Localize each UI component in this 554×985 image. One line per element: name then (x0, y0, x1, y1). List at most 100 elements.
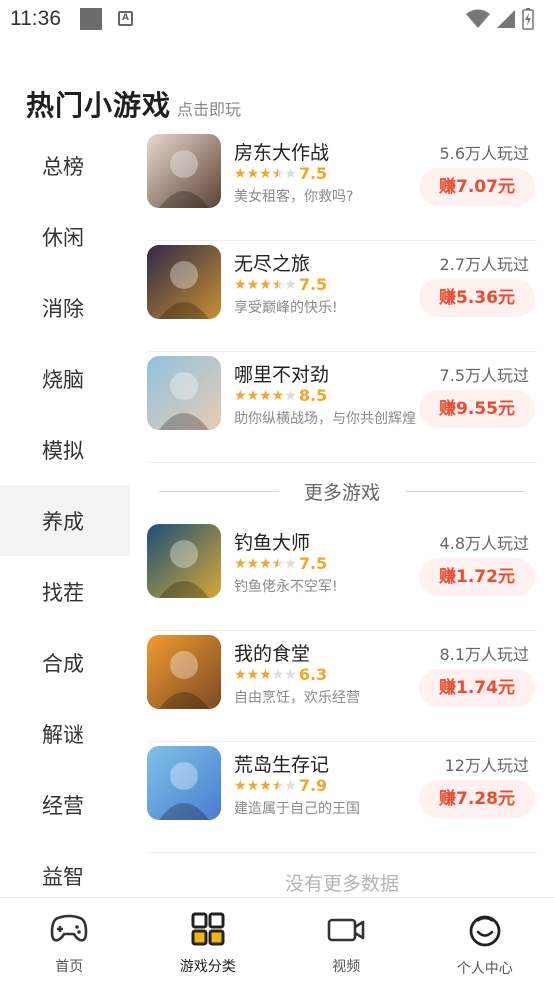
nav-label: 个人中心 (456, 961, 513, 977)
game-row[interactable]: 哪里不对劲 ★ ★ ★ ★ ★ 8.5 助你纵横战场，与你共创辉煌 7.5万人玩过 赚9.55元 (147, 352, 537, 463)
game-description: 钓鱼佬永不空军! (234, 579, 338, 595)
sidebar-item-label: 解谜 (42, 722, 84, 747)
sidebar-item-label: 总榜 (42, 154, 84, 179)
smiley-icon (467, 912, 503, 952)
earn-button[interactable]: 赚7.28元 (419, 780, 535, 818)
earn-button[interactable]: 赚1.74元 (419, 669, 535, 707)
page-subtitle: 点击即玩 (177, 100, 242, 119)
status-bar: 11:36 A (0, 0, 554, 40)
more-games-label: 更多游戏 (303, 482, 380, 504)
game-description: 享受巅峰的快乐! (234, 300, 338, 316)
star-icon: ★ (271, 165, 285, 182)
nav-label: 首页 (55, 959, 84, 975)
status-time: 11:36 (10, 7, 61, 30)
sidebar-item-10[interactable]: 益智 (0, 840, 130, 898)
nav-item-1[interactable]: 游戏分类 (139, 898, 278, 985)
star-icon: ★ (259, 555, 272, 572)
star-icon: ★ (234, 387, 247, 404)
wifi-icon (466, 9, 490, 28)
sidebar-item-1[interactable]: 休闲 (0, 201, 130, 272)
nav-label: 游戏分类 (179, 959, 236, 975)
game-row[interactable]: 我的食堂 ★ ★ ★ ★ ★ 6.3 自由烹饪，欢乐经营 8.1万人玩过 赚1.74元 (147, 631, 537, 742)
page-header: 热门小游戏 点击即玩 (26, 84, 241, 124)
notification-square-icon (80, 8, 102, 30)
sidebar-item-0[interactable]: 总榜 (0, 130, 130, 201)
sidebar-item-2[interactable]: 消除 (0, 272, 130, 343)
star-icon: ★ (246, 387, 260, 404)
game-name: 哪里不对劲 (234, 364, 330, 386)
play-count: 8.1万人玩过 (439, 645, 529, 664)
game-rating: ★ ★ ★ ★ ★ 7.5 (234, 164, 327, 183)
star-icon: ★ (246, 165, 260, 182)
star-icon: ★ (271, 666, 285, 683)
game-thumbnail[interactable] (147, 635, 221, 709)
earn-button[interactable]: 赚9.55元 (419, 390, 535, 428)
game-row[interactable]: 钓鱼大师 ★ ★ ★ ★ ★ 7.5 钓鱼佬永不空军! 4.8万人玩过 赚1.72元 (147, 520, 537, 631)
earn-button[interactable]: 赚5.36元 (419, 279, 535, 317)
earn-button[interactable]: 赚7.07元 (419, 168, 535, 206)
nav-item-2[interactable]: 视频 (277, 898, 416, 985)
play-count: 5.6万人玩过 (439, 144, 529, 163)
star-icon: ★ (259, 387, 272, 404)
game-thumbnail[interactable] (147, 746, 221, 820)
nav-label: 视频 (332, 959, 361, 975)
sidebar-item-3[interactable]: 烧脑 (0, 343, 130, 414)
star-icon: ★ (271, 555, 285, 572)
star-icon: ★ (284, 387, 297, 404)
game-row[interactable]: 无尽之旅 ★ ★ ★ ★ ★ 7.5 享受巅峰的快乐! 2.7万人玩过 赚5.36元 (147, 241, 537, 352)
sidebar-item-8[interactable]: 解谜 (0, 698, 130, 769)
game-name: 我的食堂 (234, 643, 311, 665)
status-icons (466, 8, 534, 30)
rating-score: 7.9 (298, 776, 328, 795)
more-games-divider: 更多游戏 (147, 463, 537, 520)
game-description: 建造属于自己的王国 (234, 801, 360, 817)
sidebar-item-label: 养成 (42, 509, 84, 534)
bottom-nav: 首页 游戏分类 视频 个人中心 (0, 897, 554, 985)
game-description: 自由烹饪，欢乐经营 (234, 690, 360, 706)
grid-icon (191, 912, 225, 950)
rating-score: 8.5 (298, 386, 328, 405)
play-count: 12万人玩过 (444, 756, 529, 775)
rating-score: 6.3 (298, 665, 328, 684)
sidebar-item-label: 找茬 (42, 580, 84, 605)
sidebar-item-label: 益智 (42, 864, 84, 889)
signal-icon (497, 10, 515, 28)
game-description: 助你纵横战场，与你共创辉煌 (234, 411, 416, 427)
category-sidebar: 总榜休闲 消除烧脑模拟养成找茬合成解谜经营益智 (0, 130, 130, 898)
game-thumbnail[interactable] (147, 356, 221, 430)
star-icon: ★ (284, 165, 297, 182)
game-row[interactable]: 荒岛生存记 ★ ★ ★ ★ ★ 7.9 建造属于自己的王国 12万人玩过 赚7.28元 (147, 742, 537, 853)
sidebar-item-4[interactable]: 模拟 (0, 414, 130, 485)
battery-icon (522, 8, 534, 30)
star-icon: ★ (271, 387, 285, 404)
star-icon: ★ (284, 777, 297, 794)
sidebar-item-9[interactable]: 经营 (0, 769, 130, 840)
star-icon: ★ (271, 276, 285, 293)
game-thumbnail[interactable] (147, 245, 221, 319)
star-icon: ★ (234, 276, 247, 293)
sidebar-item-label: 经营 (42, 793, 84, 818)
star-icon: ★ (271, 777, 285, 794)
game-thumbnail[interactable] (147, 134, 221, 208)
sidebar-item-5[interactable]: 养成 (0, 485, 130, 556)
no-more-data: 没有更多数据 (284, 873, 399, 895)
play-count: 7.5万人玩过 (439, 366, 529, 385)
sidebar-item-label: 烧脑 (42, 367, 84, 392)
game-rating: ★ ★ ★ ★ ★ 7.9 (234, 776, 327, 795)
star-icon: ★ (246, 555, 260, 572)
rating-score: 7.5 (298, 164, 328, 183)
sidebar-item-6[interactable]: 找茬 (0, 556, 130, 627)
star-icon: ★ (284, 276, 297, 293)
rating-score: 7.5 (298, 554, 328, 573)
earn-button[interactable]: 赚1.72元 (419, 558, 535, 596)
game-row[interactable]: 房东大作战 ★ ★ ★ ★ ★ 7.5 美女租客，你救吗? 5.6万人玩过 赚7.07元 (147, 130, 537, 241)
star-icon: ★ (234, 555, 247, 572)
star-icon: ★ (246, 276, 260, 293)
nav-item-0[interactable]: 首页 (0, 898, 139, 985)
video-icon (326, 912, 366, 950)
nav-item-3[interactable]: 个人中心 (416, 898, 554, 985)
play-count: 4.8万人玩过 (439, 534, 529, 553)
game-thumbnail[interactable] (147, 524, 221, 598)
sidebar-item-label: 模拟 (42, 438, 84, 463)
sidebar-item-7[interactable]: 合成 (0, 627, 130, 698)
